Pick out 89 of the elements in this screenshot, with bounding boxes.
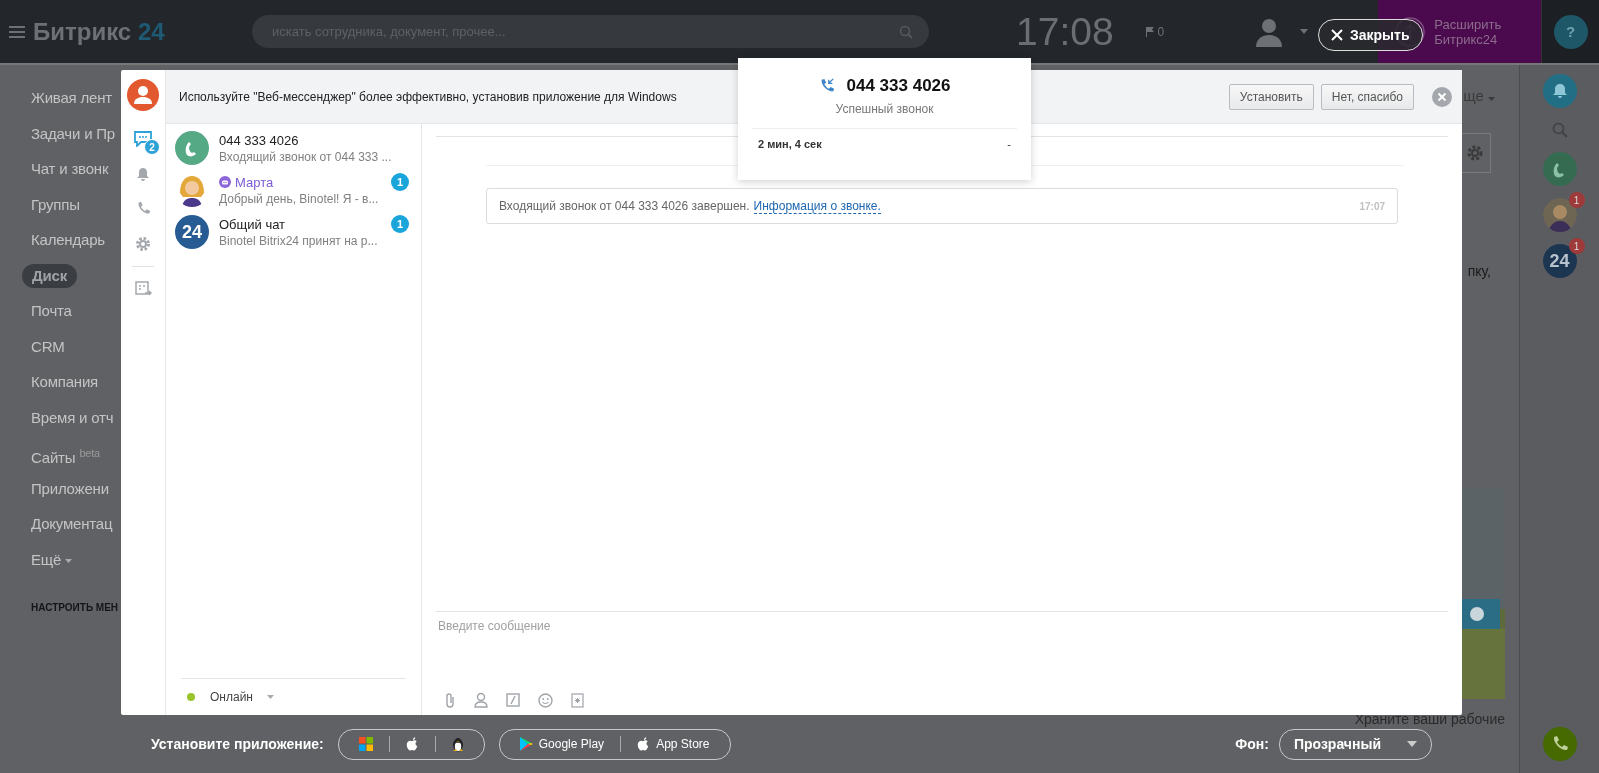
nav-item[interactable]: Диск [22, 263, 77, 288]
notifications-button[interactable] [1542, 74, 1577, 108]
file-icon[interactable] [571, 692, 584, 708]
message-time: 17:07 [1359, 200, 1385, 212]
nav-item[interactable]: Документац [22, 514, 113, 550]
bot-icon [219, 176, 231, 188]
call-cost: - [1007, 138, 1011, 150]
caret-icon [266, 695, 274, 699]
status-selector[interactable]: Онлайн [181, 678, 406, 715]
flag-counter[interactable]: 0 [1145, 24, 1165, 39]
bell-icon [1551, 83, 1568, 99]
conversation-preview: Binotel Bitrix24 принят на р... [219, 233, 379, 248]
avatar-button[interactable] [1542, 198, 1577, 232]
call-button[interactable] [1542, 152, 1577, 186]
logo[interactable]: Битрикс 24 [33, 17, 165, 46]
conversation-item[interactable]: Марта Добрый день, Binotel! Я - в... 1 [166, 169, 421, 211]
nav-item[interactable]: Ещё [22, 549, 73, 585]
close-icon [1331, 29, 1343, 41]
background-label: Фон: [1235, 736, 1269, 752]
conversation-title: 044 333 4026 [219, 132, 300, 148]
group-avatar: 24 [175, 215, 209, 249]
unread-badge: 1 [391, 215, 409, 233]
nav-item[interactable]: Задачи и Пр [22, 123, 115, 159]
windows-icon[interactable] [358, 737, 373, 751]
nav-item[interactable]: Живая лент [22, 88, 112, 124]
caret-icon[interactable] [1300, 29, 1309, 34]
upgrade-text[interactable]: Расширить Битрикс24 [1434, 16, 1539, 47]
settings-tab[interactable] [135, 236, 151, 252]
nav-item[interactable]: Время и отч [22, 407, 114, 443]
caret-icon [1407, 741, 1417, 747]
google-play-link[interactable]: Google Play [519, 737, 605, 751]
penguin-icon[interactable] [451, 736, 464, 752]
nav-item[interactable]: Приложени [22, 478, 109, 514]
nav-item[interactable]: CRM [22, 336, 65, 372]
configure-menu-link[interactable]: НАСТРОИТЬ МЕН [31, 602, 121, 613]
conversation-preview: Добрый день, Binotel! Я - в... [219, 191, 380, 206]
user-icon[interactable] [1254, 16, 1285, 47]
flag-icon [1145, 26, 1154, 37]
person-icon[interactable] [474, 692, 488, 708]
play-icon [519, 737, 533, 751]
conversation-preview: Входящий звонок от 044 333 ... [219, 149, 393, 164]
nav-item[interactable]: Группы [22, 194, 80, 230]
help-button[interactable]: ? [1553, 14, 1588, 49]
status-dot [187, 693, 195, 701]
phone-button[interactable] [1542, 727, 1577, 761]
smiley-icon[interactable] [538, 692, 553, 708]
paperclip-icon[interactable] [444, 692, 456, 708]
close-button[interactable]: Закрыть [1318, 19, 1423, 51]
apple-icon [637, 736, 651, 752]
gear-icon [1465, 143, 1485, 163]
app-store-link[interactable]: App Store [637, 736, 710, 752]
banner-button[interactable]: Установить [1228, 83, 1314, 110]
install-label: Установите приложение: [151, 736, 324, 752]
banner-text: Используйте "Веб-мессенджер" более эффективно, установив приложение для Windows [179, 89, 678, 104]
nav-item[interactable]: Сайты $^{beta}$ [22, 443, 100, 479]
call-status: Успешный звонок [835, 102, 934, 116]
unread-badge: 2 [144, 139, 160, 155]
call-info-link[interactable]: Информация о звонке. [753, 198, 881, 214]
nav-item[interactable]: Календарь [22, 230, 105, 266]
caret-icon [1488, 97, 1495, 101]
command-icon[interactable] [506, 693, 520, 707]
search-icon [899, 24, 913, 39]
notifications-tab[interactable] [136, 167, 150, 181]
gear-icon [135, 236, 151, 252]
unread-badge: 1 [1568, 238, 1585, 254]
nav-item[interactable]: Компания [22, 372, 99, 408]
banner-button[interactable]: Нет, спасибо [1320, 83, 1414, 110]
conversation-title: Марта [219, 174, 381, 190]
avatar-icon[interactable] [127, 79, 159, 111]
conversation-title: Общий чат [219, 216, 287, 232]
apple-icon[interactable] [405, 736, 419, 752]
menu-icon[interactable] [9, 25, 25, 38]
close-icon[interactable] [1432, 86, 1452, 107]
bell-icon [136, 167, 150, 181]
nav-item[interactable]: Почта [22, 301, 72, 337]
promo-text: Храните ваши рабочие [1354, 711, 1505, 727]
conversation-item[interactable]: 044 333 4026 Входящий звонок от 044 333 ... [166, 127, 421, 169]
export-tab[interactable] [134, 281, 152, 297]
clock: 17:08 [1016, 9, 1114, 54]
unread-badge: 1 [1568, 192, 1585, 208]
call-duration: 2 мин, 4 сек [758, 138, 822, 150]
phone-number: 044 333 4026 [846, 76, 951, 96]
message-text: Входящий звонок от 044 333 4026 завершен. [499, 199, 750, 213]
unread-badge: 1 [391, 173, 409, 191]
body-text: пку, [1467, 263, 1491, 279]
export-icon [134, 281, 152, 297]
nav-item[interactable]: Чат и звонк [22, 159, 109, 195]
background-select[interactable]: Прозрачный [1278, 728, 1432, 760]
conversation-item[interactable]: 24 Общий чат Binotel Bitrix24 принят на р... 1 [166, 211, 421, 253]
